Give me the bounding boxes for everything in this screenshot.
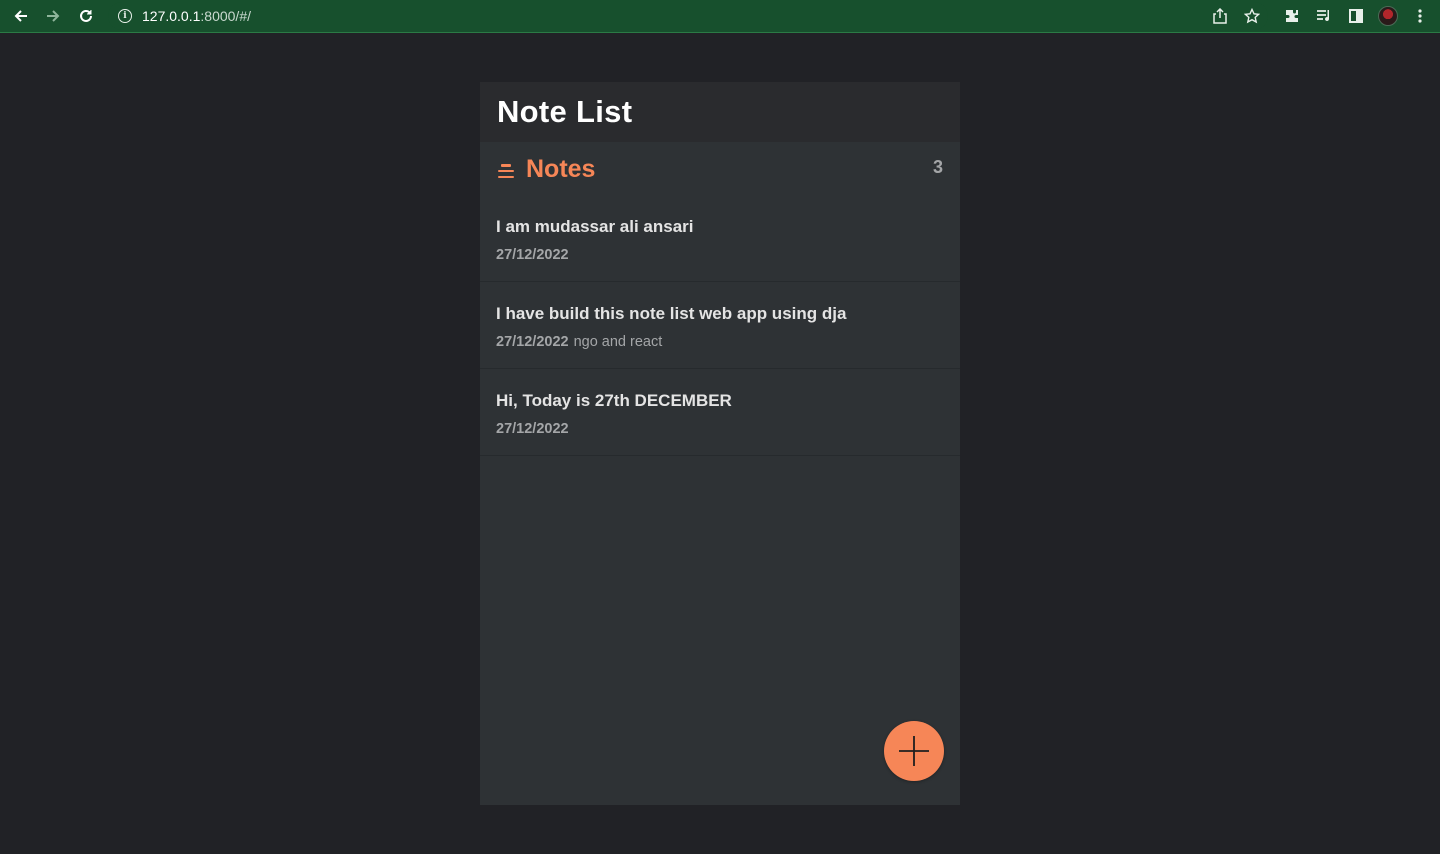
notes-header: Notes 3 bbox=[480, 142, 960, 196]
note-title: I am mudassar ali ansari bbox=[496, 217, 694, 236]
extensions-icon[interactable] bbox=[1276, 0, 1308, 32]
plus-icon bbox=[899, 736, 929, 766]
bookmark-star-icon[interactable] bbox=[1236, 0, 1268, 32]
notes-list: I am mudassar ali ansari 27/12/2022 I ha… bbox=[480, 196, 960, 456]
note-date: 27/12/2022 bbox=[496, 421, 569, 437]
back-arrow-icon[interactable] bbox=[8, 3, 34, 29]
share-icon[interactable] bbox=[1204, 0, 1236, 32]
profile-avatar[interactable] bbox=[1372, 0, 1404, 32]
info-icon[interactable]: i bbox=[118, 9, 132, 23]
side-panel-icon[interactable] bbox=[1340, 0, 1372, 32]
note-date: 27/12/2022 bbox=[496, 247, 569, 263]
notes-title-group: Notes bbox=[498, 155, 595, 184]
url-path: :8000/#/ bbox=[200, 8, 251, 24]
note-meta: 27/12/2022 bbox=[496, 247, 944, 263]
note-item[interactable]: I am mudassar ali ansari 27/12/2022 bbox=[480, 196, 960, 282]
note-date: 27/12/2022 bbox=[496, 334, 569, 350]
note-preview: ngo and react bbox=[573, 334, 663, 350]
add-note-button[interactable] bbox=[884, 721, 944, 781]
menu-kebab-icon[interactable] bbox=[1404, 0, 1436, 32]
avatar-image bbox=[1378, 6, 1398, 26]
note-title: I have build this note list web app usin… bbox=[496, 304, 847, 323]
address-bar[interactable]: i 127.0.0.1:8000/#/ bbox=[108, 2, 1268, 30]
toolbar-actions bbox=[1204, 0, 1440, 32]
note-item[interactable]: Hi, Today is 27th DECEMBER 27/12/2022 bbox=[480, 369, 960, 456]
note-meta: 27/12/2022 bbox=[496, 421, 944, 437]
notes-count: 3 bbox=[932, 156, 943, 177]
app-title: Note List bbox=[497, 94, 633, 129]
list-icon bbox=[498, 164, 514, 178]
note-meta: 27/12/2022 ngo and react bbox=[496, 334, 944, 350]
browser-toolbar: i 127.0.0.1:8000/#/ bbox=[0, 0, 1440, 33]
url-host: 127.0.0.1 bbox=[142, 8, 201, 24]
notes-title: Notes bbox=[526, 154, 596, 183]
forward-arrow-icon[interactable] bbox=[40, 3, 66, 29]
url-text: 127.0.0.1:8000/#/ bbox=[142, 8, 251, 24]
note-app: Note List Notes 3 I am mudassar ali ansa… bbox=[480, 82, 960, 805]
app-header: Note List bbox=[480, 82, 960, 142]
media-control-icon[interactable] bbox=[1308, 0, 1340, 32]
note-title: Hi, Today is 27th DECEMBER bbox=[496, 391, 732, 410]
note-item[interactable]: I have build this note list web app usin… bbox=[480, 282, 960, 369]
reload-icon[interactable] bbox=[73, 3, 99, 29]
